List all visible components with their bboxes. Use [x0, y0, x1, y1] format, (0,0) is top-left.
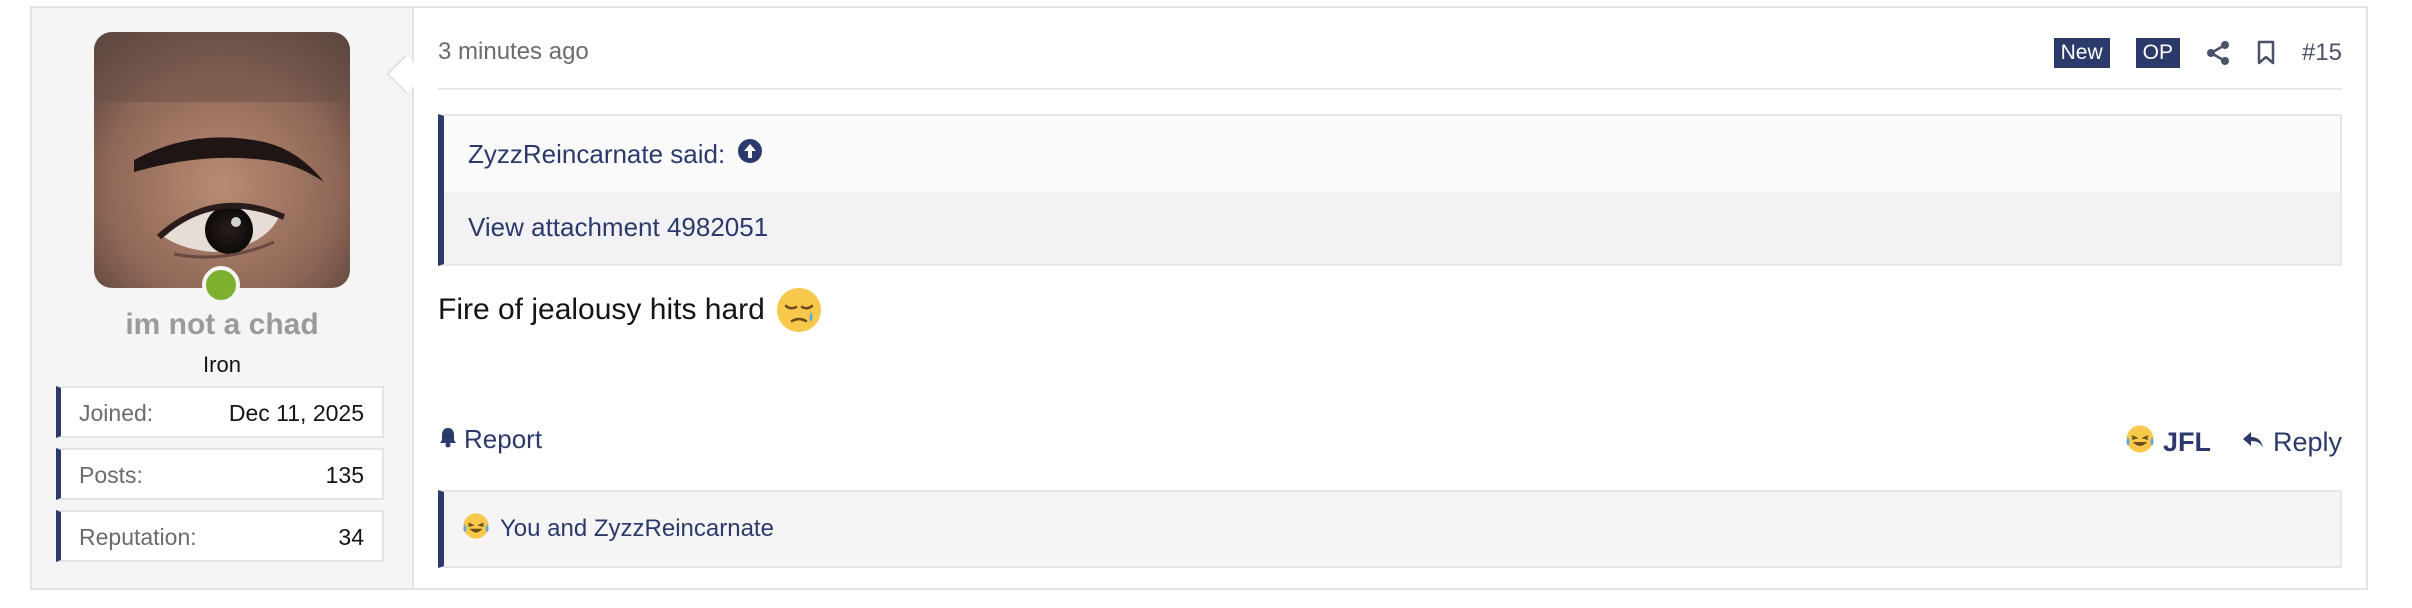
stat-posts: Posts: 135: [56, 448, 384, 500]
report-label[interactable]: Report: [464, 424, 542, 455]
reactions-bar[interactable]: You and ZyzzReincarnate: [438, 490, 2342, 568]
share-icon[interactable]: [2206, 40, 2230, 66]
post-actions-right: JFL Reply: [2125, 424, 2342, 461]
post-header-actions: New OP #15: [2053, 36, 2342, 70]
post-timestamp[interactable]: 3 minutes ago: [438, 38, 589, 66]
post-main: 3 minutes ago New OP #15 ZyzzReincarnate…: [414, 8, 2366, 588]
laughing-crying-emoji-icon: [462, 512, 490, 547]
quote-author[interactable]: ZyzzReincarnate said:: [468, 139, 725, 170]
op-badge: OP: [2135, 38, 2180, 68]
stat-label: Reputation:: [79, 524, 197, 550]
user-title: Iron: [203, 352, 241, 377]
avatar[interactable]: [94, 32, 350, 288]
attachment-link[interactable]: View attachment 4982051: [468, 212, 768, 243]
stat-value: 135: [325, 462, 364, 488]
post-message: Fire of jealousy hits hard: [438, 286, 823, 334]
username[interactable]: im not a chad: [32, 308, 412, 342]
bell-icon: [438, 424, 458, 455]
react-button[interactable]: JFL: [2125, 424, 2211, 461]
laughing-crying-emoji-icon: [2125, 424, 2155, 461]
reply-arrow-icon: [2241, 427, 2265, 458]
bookmark-icon[interactable]: [2256, 40, 2276, 66]
user-info-panel: im not a chad Iron Joined: Dec 11, 2025 …: [32, 8, 414, 588]
stat-value: 34: [338, 524, 364, 550]
post-number-link[interactable]: #15: [2302, 39, 2342, 67]
online-status-indicator: [202, 266, 240, 304]
reply-label[interactable]: Reply: [2273, 427, 2342, 458]
react-label[interactable]: JFL: [2163, 427, 2211, 458]
reply-button[interactable]: Reply: [2241, 427, 2342, 458]
header-divider: [438, 88, 2342, 90]
stat-joined: Joined: Dec 11, 2025: [56, 386, 384, 438]
quote-header[interactable]: ZyzzReincarnate said:: [468, 138, 763, 171]
new-badge: New: [2053, 38, 2110, 68]
stat-value: Dec 11, 2025: [228, 400, 364, 426]
stat-reputation: Reputation: 34: [56, 510, 384, 562]
quote-block: ZyzzReincarnate said: View attachment 49…: [438, 114, 2342, 266]
report-link[interactable]: Report: [438, 424, 542, 455]
quote-body: View attachment 4982051: [444, 192, 2340, 264]
stat-label: Posts:: [79, 462, 143, 488]
post-container: im not a chad Iron Joined: Dec 11, 2025 …: [30, 6, 2368, 590]
reactions-text[interactable]: You and ZyzzReincarnate: [500, 515, 774, 543]
crying-sad-face-emoji-icon: [775, 286, 823, 334]
message-text: Fire of jealousy hits hard: [438, 293, 765, 326]
stat-label: Joined:: [79, 400, 154, 426]
arrow-up-circle-icon[interactable]: [737, 138, 763, 171]
